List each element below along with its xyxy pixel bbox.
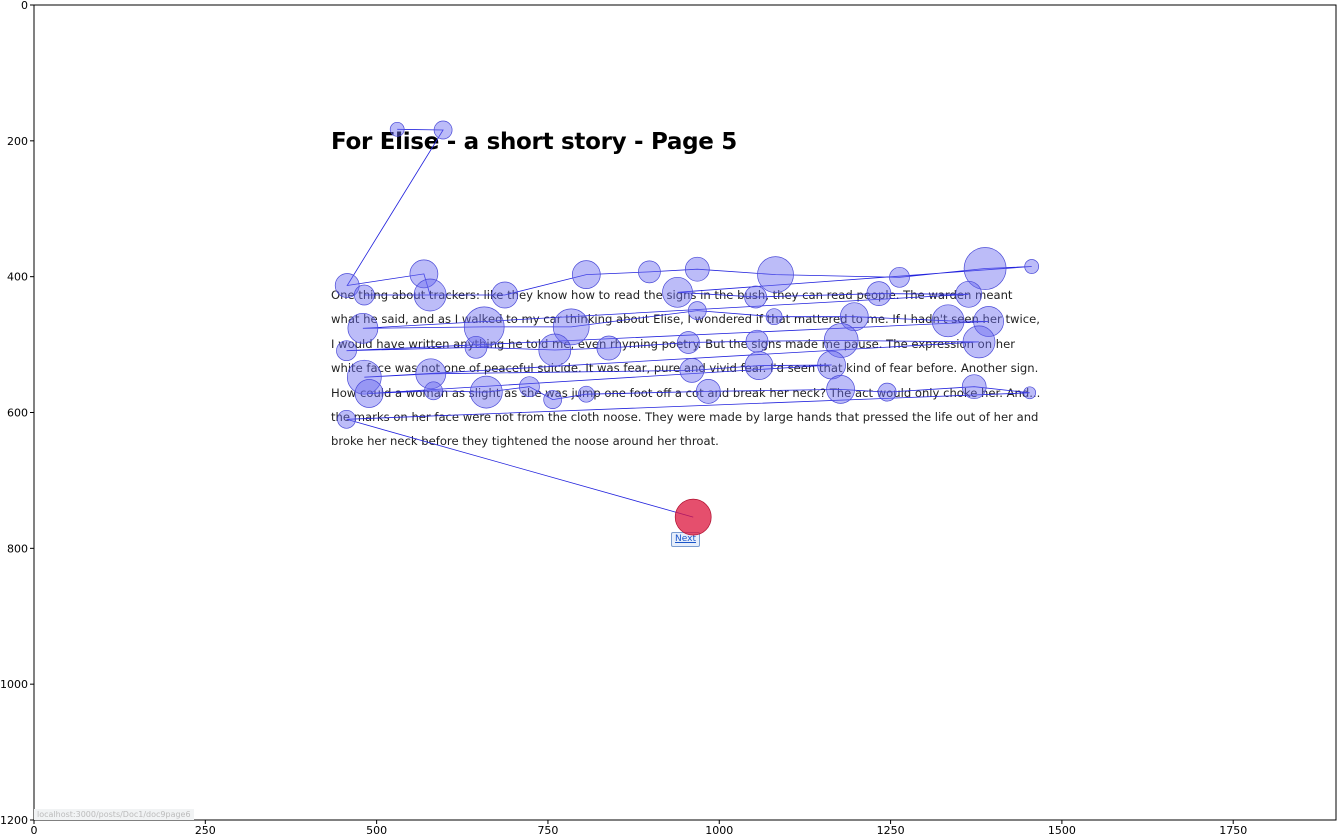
y-tick-label: 1000 (0, 678, 28, 691)
story-paragraph: One thing about trackers: like they know… (331, 288, 1041, 449)
x-tick-label: 1000 (705, 824, 733, 836)
document-viewport: For Elise - a short story - Page 5 One t… (34, 5, 1336, 820)
x-tick-label: 0 (31, 824, 38, 836)
y-tick-label: 1200 (0, 814, 28, 827)
status-bar-url: localhost:3000/posts/Doc1/doc9page6 (34, 809, 194, 820)
fixation-point (638, 260, 661, 284)
x-tick-label: 500 (366, 824, 387, 836)
page-title: For Elise - a short story - Page 5 (331, 129, 738, 155)
fixation-point (1024, 259, 1040, 274)
x-tick-label: 750 (537, 824, 558, 836)
x-tick-label: 250 (195, 824, 216, 836)
fixation-point (684, 256, 710, 282)
x-tick-label: 1750 (1219, 824, 1247, 836)
final-fixation-point (674, 498, 712, 536)
x-tick-label: 1500 (1048, 824, 1076, 836)
y-tick-label: 600 (7, 407, 28, 420)
x-tick-label: 1250 (877, 824, 905, 836)
y-tick-label: 400 (7, 271, 28, 284)
y-tick-label: 200 (7, 135, 28, 148)
y-tick-label: 800 (7, 542, 28, 555)
y-tick-label: 0 (21, 0, 28, 12)
next-button[interactable]: Next (671, 532, 700, 547)
